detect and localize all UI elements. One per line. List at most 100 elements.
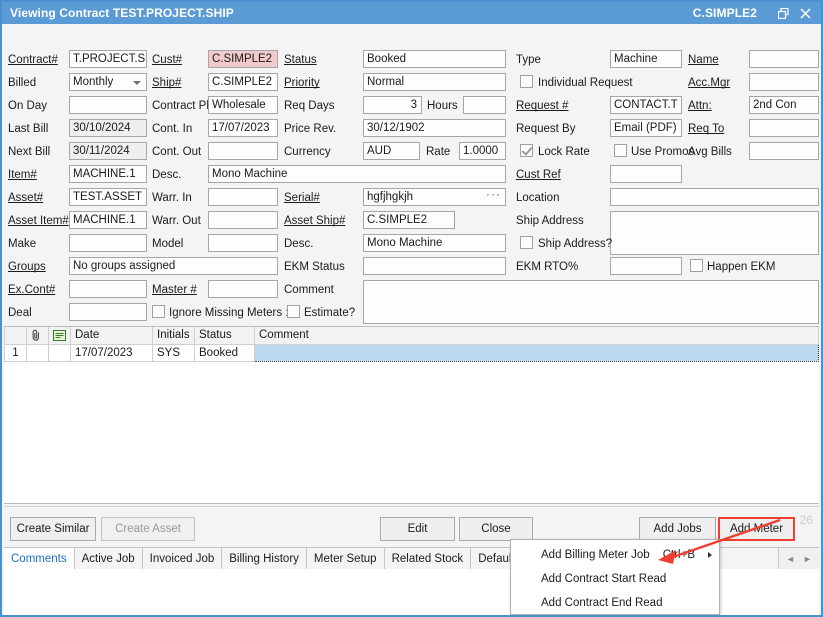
contract-form: Contract# T.PROJECT.SH Cust# C.SIMPLE2 S…: [2, 24, 821, 324]
tab-billing-history[interactable]: Billing History: [222, 548, 307, 569]
close-button[interactable]: Close: [459, 517, 533, 541]
field-attn[interactable]: 2nd Con: [749, 96, 819, 114]
field-ex-cont-number[interactable]: [69, 280, 147, 298]
field-deal[interactable]: [69, 303, 147, 321]
create-asset-button[interactable]: Create Asset: [101, 517, 195, 541]
field-contract-pl[interactable]: Wholesale: [208, 96, 278, 114]
checkbox-lock-rate[interactable]: [520, 144, 533, 157]
menu-item-add-contract-end-read-label: Add Contract End Read: [541, 597, 662, 609]
field-item-desc[interactable]: Mono Machine: [208, 165, 506, 183]
label-item-number: Item#: [8, 168, 37, 182]
label-attn: Attn:: [688, 99, 712, 113]
col-header-comment[interactable]: Comment: [255, 327, 819, 344]
field-next-bill[interactable]: 30/11/2024: [69, 142, 147, 160]
label-cont-out: Cont. Out: [152, 145, 201, 159]
cell-note[interactable]: [49, 344, 71, 361]
field-master-number[interactable]: [208, 280, 278, 298]
checkbox-use-promos[interactable]: [614, 144, 627, 157]
field-rate[interactable]: 1.0000: [459, 142, 506, 160]
field-request-by[interactable]: Email (PDF): [610, 119, 682, 137]
field-warr-in[interactable]: [208, 188, 278, 206]
checkbox-ship-address[interactable]: [520, 236, 533, 249]
create-similar-button[interactable]: Create Similar: [10, 517, 96, 541]
field-status[interactable]: Booked: [363, 50, 506, 68]
attachment-clip-icon[interactable]: [27, 327, 49, 344]
field-hours[interactable]: [463, 96, 506, 114]
tab-comments[interactable]: Comments: [4, 548, 75, 569]
add-jobs-button[interactable]: Add Jobs: [639, 517, 716, 541]
field-model[interactable]: [208, 234, 278, 252]
tab-meter-setup[interactable]: Meter Setup: [307, 548, 385, 569]
checkbox-ignore-missing-meters[interactable]: [152, 305, 165, 318]
checkbox-estimate[interactable]: [287, 305, 300, 318]
field-req-days[interactable]: 3: [363, 96, 422, 114]
field-cust-number[interactable]: C.SIMPLE2: [208, 50, 278, 68]
field-asset-ship-number[interactable]: C.SIMPLE2: [363, 211, 455, 229]
tab-related-stock[interactable]: Related Stock: [385, 548, 472, 569]
field-ship-number[interactable]: C.SIMPLE2: [208, 73, 278, 91]
comments-grid[interactable]: Date Initials Status Comment 1 17/07/202…: [4, 326, 819, 504]
field-priority[interactable]: Normal: [363, 73, 506, 91]
label-asset-number: Asset#: [8, 191, 43, 205]
field-groups[interactable]: No groups assigned: [69, 257, 278, 275]
menu-item-add-contract-start-read[interactable]: Add Contract Start Read: [511, 567, 719, 591]
field-contract-number[interactable]: T.PROJECT.SH: [69, 50, 147, 68]
menu-item-add-contract-end-read[interactable]: Add Contract End Read: [511, 591, 719, 615]
field-asset-number[interactable]: TEST.ASSET: [69, 188, 147, 206]
menu-item-add-contract-start-read-label: Add Contract Start Read: [541, 573, 666, 585]
label-status: Status: [284, 53, 317, 67]
field-cont-out[interactable]: [208, 142, 278, 160]
field-billed[interactable]: Monthly: [69, 73, 147, 91]
field-cont-in[interactable]: 17/07/2023: [208, 119, 278, 137]
field-location[interactable]: [610, 188, 819, 206]
label-billed: Billed: [8, 76, 36, 90]
tab-active-job[interactable]: Active Job: [75, 548, 143, 569]
cell-clip[interactable]: [27, 344, 49, 361]
close-icon[interactable]: [795, 3, 815, 23]
menu-item-add-billing-meter-job[interactable]: Add Billing Meter Job Ctrl+B: [511, 543, 719, 567]
field-make[interactable]: [69, 234, 147, 252]
field-item-number[interactable]: MACHINE.1: [69, 165, 147, 183]
col-header-initials[interactable]: Initials: [153, 327, 195, 344]
checkbox-individual-request[interactable]: [520, 75, 533, 88]
field-currency[interactable]: AUD: [363, 142, 420, 160]
field-request-number[interactable]: CONTACT.T: [610, 96, 682, 114]
table-row[interactable]: 1 17/07/2023 SYS Booked: [5, 344, 819, 361]
tab-scroll-controls[interactable]: ◄ ►: [778, 548, 819, 569]
field-ship-address[interactable]: [610, 211, 819, 255]
label-individual-request: Individual Request: [538, 76, 633, 90]
label-type: Type: [516, 53, 541, 67]
field-cust-ref[interactable]: [610, 165, 682, 183]
field-serial-number[interactable]: hgfjhgkjh: [363, 188, 506, 206]
tab-scroll-left-icon[interactable]: ◄: [782, 550, 799, 568]
checkbox-happen-ekm[interactable]: [690, 259, 703, 272]
edit-button[interactable]: Edit: [380, 517, 455, 541]
field-name[interactable]: [749, 50, 819, 68]
field-avg-bills[interactable]: [749, 142, 819, 160]
cell-date[interactable]: 17/07/2023: [71, 344, 153, 361]
tab-scroll-right-icon[interactable]: ►: [799, 550, 816, 568]
field-acc-mgr[interactable]: [749, 73, 819, 91]
field-type[interactable]: Machine: [610, 50, 682, 68]
tab-invoiced-job[interactable]: Invoiced Job: [143, 548, 223, 569]
label-last-bill: Last Bill: [8, 122, 48, 136]
field-warr-out[interactable]: [208, 211, 278, 229]
label-contract-number: Contract#: [8, 53, 58, 67]
col-header-date[interactable]: Date: [71, 327, 153, 344]
cell-comment[interactable]: [255, 344, 819, 361]
cell-status[interactable]: Booked: [195, 344, 255, 361]
field-comment[interactable]: [363, 280, 819, 324]
field-price-rev[interactable]: 30/12/1902: [363, 119, 506, 137]
cell-initials[interactable]: SYS: [153, 344, 195, 361]
add-meter-button[interactable]: Add Meter: [718, 517, 795, 541]
field-req-to[interactable]: [749, 119, 819, 137]
field-last-bill[interactable]: 30/10/2024: [69, 119, 147, 137]
note-icon[interactable]: [49, 327, 71, 344]
field-ekm-status[interactable]: [363, 257, 506, 275]
restore-window-icon[interactable]: [773, 3, 793, 23]
field-asset-desc[interactable]: Mono Machine: [363, 234, 506, 252]
field-on-day[interactable]: [69, 96, 147, 114]
field-ekm-rto[interactable]: [610, 257, 682, 275]
col-header-status[interactable]: Status: [195, 327, 255, 344]
field-asset-item-number[interactable]: MACHINE.1: [69, 211, 147, 229]
